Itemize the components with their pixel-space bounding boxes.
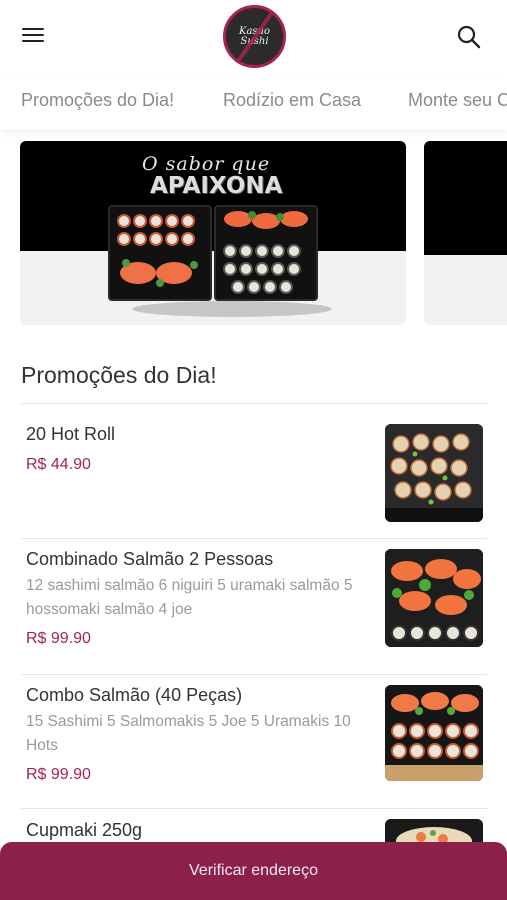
product-item[interactable]: 20 Hot Roll R$ 44.90 [0, 404, 507, 538]
tab-rodizio[interactable]: Rodízio em Casa [223, 90, 361, 111]
product-price: R$ 99.90 [26, 630, 91, 647]
banner-card-next[interactable] [424, 141, 507, 325]
tab-promocoes[interactable]: Promoções do Dia! [21, 90, 174, 111]
top-bar: Kasuo Sushi [0, 0, 507, 78]
product-price: R$ 44.90 [26, 456, 91, 473]
category-tabs: Promoções do Dia! Rodízio em Casa Monte … [0, 78, 507, 130]
product-price: R$ 99.90 [26, 766, 91, 783]
product-item[interactable]: Combinado Salmão 2 Pessoas 12 sashimi sa… [0, 539, 507, 674]
banner-carousel[interactable]: O sabor que APAIXONA [0, 141, 507, 325]
sushi-tray-left [108, 205, 212, 301]
banner-card[interactable]: O sabor que APAIXONA [20, 141, 406, 325]
brand-logo[interactable]: Kasuo Sushi [223, 5, 286, 68]
product-name: Combinado Salmão 2 Pessoas [26, 549, 274, 569]
product-item[interactable]: Combo Salmão (40 Peças) 15 Sashimi 5 Sal… [0, 675, 507, 808]
product-name: 20 Hot Roll [26, 424, 116, 444]
sushi-tray-right [214, 205, 318, 301]
verify-address-button[interactable]: Verificar endereço [0, 842, 507, 900]
banner-next-black-band [424, 141, 507, 255]
product-description: 15 Sashimi 5 Salmomakis 5 Joe 5 Uramakis… [26, 713, 351, 754]
banner-headline: APAIXONA [150, 173, 283, 199]
section-title: Promoções do Dia! [21, 362, 217, 388]
product-image [385, 424, 483, 522]
product-name: Cupmaki 250g [26, 820, 143, 840]
product-image [385, 549, 483, 647]
menu-icon[interactable] [22, 24, 48, 48]
search-icon[interactable] [456, 24, 482, 50]
tray-shadow [132, 301, 332, 317]
product-name: Combo Salmão (40 Peças) [26, 685, 243, 705]
banner-script-text: O sabor que [142, 153, 271, 175]
product-description: 12 sashimi salmão 6 niguiri 5 uramaki sa… [26, 577, 353, 618]
tab-monte-seu[interactable]: Monte seu C [408, 90, 507, 111]
product-image [385, 685, 483, 781]
